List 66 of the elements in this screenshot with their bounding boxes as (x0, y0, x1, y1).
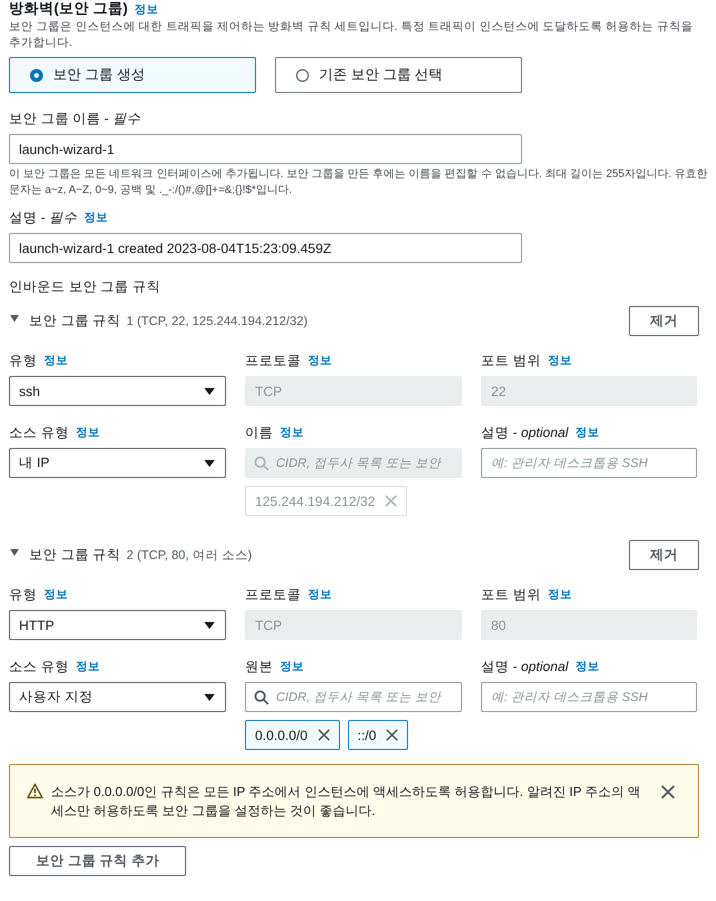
caret-down-icon[interactable] (10, 314, 19, 322)
help-text: 이 보안 그룹은 모든 네트워크 인터페이스에 추가됩니다. 보안 그룹을 만든 후에는 이름을 편집할 수 없습니다. 최대 길이는 255자입니다. 유효한 문자는 a~z, A~Z, 0~9, 공백 및 ._-:/()#,@[]+=&;{}!$*입니다. (9, 167, 709, 198)
search-field: CIDR, 접두사 목록 또는 보안 (245, 448, 462, 478)
dropdown[interactable]: 사용자 지정 (9, 682, 226, 712)
close-icon[interactable] (318, 729, 330, 741)
section-description: 보안 그룹은 인스턴스에 대한 트래픽을 제어하는 방화벽 규칙 세트입니다. 특정 트래픽이 인스턴스에 도달하도록 허용하는 규칙을 추가합니다. (9, 20, 694, 51)
field-label: 이름 (245, 424, 273, 442)
tag-label: 0.0.0.0/0 (255, 728, 308, 742)
info-link[interactable]: 정보 (575, 659, 600, 675)
info-link[interactable]: 정보 (44, 353, 68, 369)
info-link[interactable]: 정보 (84, 210, 108, 226)
radio-option[interactable]: 기존 보안 그룹 선택 (275, 57, 522, 93)
field-label: 설명 - optional (481, 424, 568, 442)
field-label: 유형 (9, 352, 37, 370)
info-link[interactable]: 정보 (575, 425, 600, 441)
caret-down-icon (204, 460, 215, 466)
field-label: 원본 (245, 658, 273, 676)
disabled-field: TCP (245, 610, 462, 640)
field-label: 포트 범위 (481, 586, 541, 604)
text-input[interactable]: 예: 관리자 데스크톱용 SSH (481, 682, 697, 712)
rule-title: 보안 그룹 규칙 (29, 312, 121, 330)
alert-message: 소스가 0.0.0.0/0인 규칙은 모든 IP 주소에서 인스턴스에 액세스하도록 허용합니다. 알려진 IP 주소의 액세스만 허용하도록 보안 그룹을 설정하는 것이 좋습니다. (51, 783, 642, 820)
add-rule-button[interactable]: 보안 그룹 규칙 추가 (9, 846, 186, 876)
caret-down-icon[interactable] (10, 548, 19, 556)
rule-title: 보안 그룹 규칙 (29, 546, 121, 564)
field-label: 소스 유형 (9, 424, 69, 442)
tag-label: ::/0 (358, 728, 376, 742)
dropdown[interactable]: ssh (9, 376, 226, 406)
field-label: 유형 (9, 586, 37, 604)
info-link[interactable]: 정보 (44, 587, 68, 603)
dropdown[interactable]: 내 IP (9, 448, 226, 478)
field-label: 프로토콜 (245, 586, 301, 604)
field-label: 설명 - 필수 (9, 209, 77, 227)
tag-label: 125.244.194.212/32 (255, 494, 376, 508)
caret-down-icon (204, 694, 215, 700)
caret-down-icon (204, 388, 215, 394)
field-label: 설명 - optional (481, 658, 568, 676)
field-label: 포트 범위 (481, 352, 541, 370)
field-label: 프로토콜 (245, 352, 301, 370)
search-field[interactable]: CIDR, 접두사 목록 또는 보안 (245, 682, 462, 712)
caret-down-icon (204, 622, 215, 628)
section-title: 방화벽(보안 그룹) (9, 0, 128, 19)
info-link[interactable]: 정보 (76, 425, 100, 441)
search-icon (254, 456, 269, 470)
remove-button[interactable]: 제거 (629, 306, 699, 336)
disabled-field: 22 (481, 376, 697, 406)
text-input[interactable]: launch-wizard-1 created 2023-08-04T15:23:09.459Z (9, 233, 522, 263)
info-link[interactable]: 정보 (76, 659, 100, 675)
rule-summary: 1 (TCP, 22, 125.244.194.212/32) (126, 313, 308, 330)
info-link[interactable]: 정보 (280, 659, 304, 675)
rule-summary: 2 (TCP, 80, 여러 소스) (126, 547, 252, 564)
disabled-field: TCP (245, 376, 462, 406)
warning-icon (27, 783, 43, 799)
disabled-field: 80 (481, 610, 697, 640)
dropdown[interactable]: HTTP (9, 610, 226, 640)
text-input[interactable]: launch-wizard-1 (9, 134, 522, 164)
close-icon[interactable] (386, 729, 398, 741)
field-label: 소스 유형 (9, 658, 69, 676)
info-link[interactable]: 정보 (134, 2, 159, 18)
remove-button[interactable]: 제거 (629, 540, 699, 570)
section-heading: 인바운드 보안 그룹 규칙 (9, 278, 162, 296)
close-icon[interactable] (661, 785, 675, 799)
text-input[interactable]: 예: 관리자 데스크톱용 SSH (481, 448, 697, 478)
radio-option[interactable]: 보안 그룹 생성 (9, 57, 256, 93)
search-icon (254, 690, 269, 704)
field-label: 보안 그룹 이름 - 필수 (9, 110, 140, 128)
